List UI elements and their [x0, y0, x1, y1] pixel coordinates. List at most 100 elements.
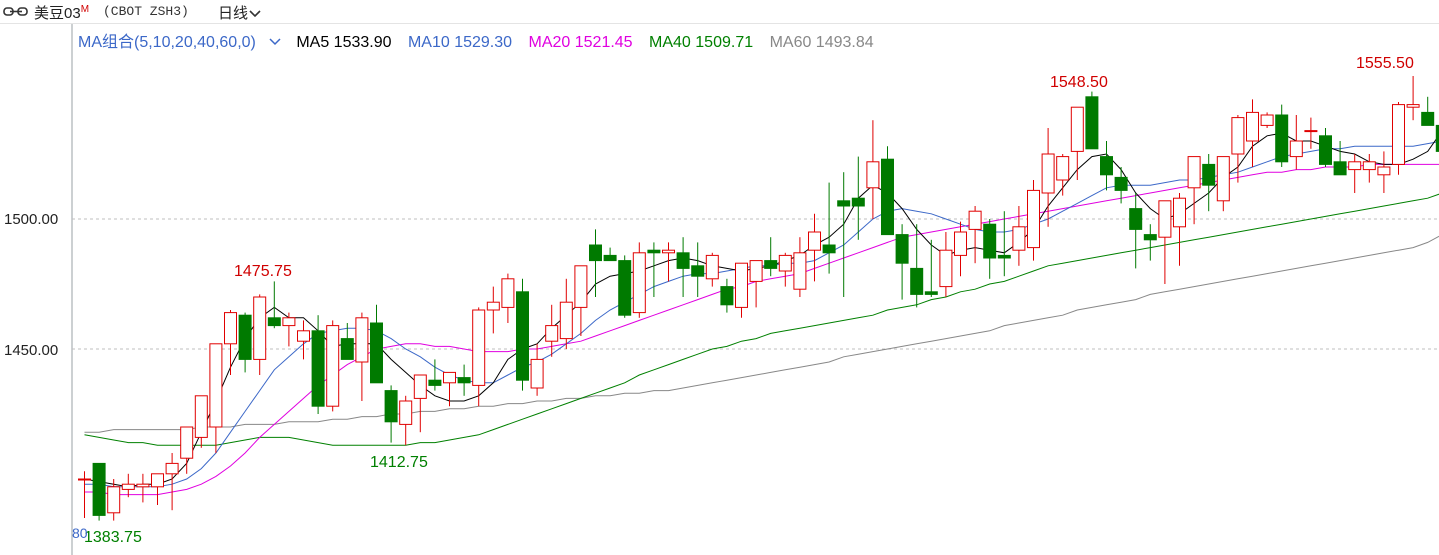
period-selector[interactable]: 日线 — [218, 2, 262, 23]
candle-body-down — [997, 254, 1011, 259]
candle-body-up — [1056, 156, 1070, 181]
ma10-value: MA10 1529.30 — [407, 34, 513, 51]
candle — [1173, 193, 1186, 266]
candle-body-up — [107, 486, 121, 514]
candle-body-down — [340, 338, 354, 360]
candle-body-up — [194, 395, 208, 438]
candle-body-down — [983, 223, 997, 259]
candle-body-up — [1173, 197, 1186, 228]
y-tick-1500: 1500.00 — [4, 211, 58, 228]
candle-body-up — [1377, 166, 1391, 176]
candle — [910, 224, 924, 308]
candle-body-down — [1421, 111, 1435, 126]
link-icon[interactable] — [3, 5, 29, 23]
candlestick-chart[interactable]: 1500.00 1450.00 1475.75 1412.75 1548.50 … — [0, 0, 1439, 555]
candle — [486, 286, 500, 334]
ma5-value: MA5 1533.90 — [296, 34, 392, 51]
candle — [136, 473, 150, 503]
candle-body-up — [1362, 161, 1376, 171]
candle-body-up — [939, 249, 953, 288]
candle — [1216, 156, 1230, 212]
candle — [1348, 154, 1362, 193]
candle-body-up — [954, 231, 967, 256]
candle — [1421, 96, 1435, 126]
candle — [749, 260, 763, 308]
candle-body-up — [662, 249, 675, 254]
chevron-down-icon — [269, 38, 281, 46]
candle — [837, 172, 851, 297]
candle — [1129, 193, 1143, 269]
candle — [1304, 117, 1318, 149]
candle-body-down — [311, 330, 325, 407]
candle-body-up — [78, 478, 91, 481]
candle — [530, 343, 544, 396]
candle — [370, 304, 383, 384]
candle-body-up — [1187, 156, 1201, 189]
candle — [589, 229, 602, 297]
candle — [559, 278, 573, 349]
candle — [1187, 156, 1201, 225]
annotation-low-1383: 1383.75 — [84, 529, 142, 546]
candle-body-up — [866, 161, 880, 189]
symbol-code: (CBOT ZSH3) — [103, 4, 189, 19]
symbol-flag: M — [80, 4, 90, 15]
candle — [121, 473, 135, 498]
candle-body-up — [151, 473, 164, 488]
candle-body-up — [282, 317, 296, 327]
candle-body-up — [632, 252, 646, 314]
bottom-strip-label: 80 — [72, 525, 88, 541]
candle-body-down — [238, 314, 252, 360]
candle-body-up — [778, 254, 792, 272]
candle-body-up — [1070, 106, 1084, 152]
candle-body-up — [530, 358, 544, 389]
candle-body-down — [910, 267, 924, 295]
ma-combo-selector[interactable]: MA组合(5,10,20,40,60,0) — [78, 34, 282, 51]
candle — [1027, 180, 1040, 261]
candle-body-up — [545, 325, 559, 342]
candle — [413, 374, 427, 433]
candle — [618, 255, 632, 318]
candle-body-up — [808, 231, 821, 251]
candle-body-up — [501, 278, 515, 308]
candle — [209, 343, 223, 453]
candle-body-up — [1027, 189, 1040, 249]
annotation-low-1412: 1412.75 — [370, 454, 428, 471]
candle — [457, 364, 471, 396]
candle — [735, 262, 748, 318]
candle-body-down — [647, 249, 661, 254]
annotation-high-1555: 1555.50 — [1356, 55, 1414, 72]
candle-body-up — [209, 343, 223, 428]
candle — [1392, 102, 1405, 175]
candle — [311, 315, 325, 414]
candle — [165, 453, 179, 511]
candle-body-down — [895, 234, 909, 264]
candle — [224, 310, 237, 375]
candle-body-up — [749, 260, 763, 282]
candle-body-down — [370, 322, 383, 384]
symbol-name[interactable]: 美豆03M — [34, 2, 89, 23]
annotation-high-1548: 1548.50 — [1050, 74, 1108, 91]
candle-body-up — [1041, 153, 1055, 194]
candle — [1085, 91, 1099, 150]
candle — [92, 462, 106, 521]
candle-body-down — [691, 265, 705, 277]
candle-body-up — [253, 296, 267, 360]
candle — [1362, 154, 1376, 183]
ma-legend: MA组合(5,10,20,40,60,0) MA5 1533.90 MA10 1… — [78, 28, 886, 52]
candle-body-up — [1406, 104, 1420, 108]
candle — [1246, 99, 1259, 167]
candle-body-down — [267, 317, 281, 327]
candle — [384, 385, 398, 443]
candle — [1070, 106, 1084, 180]
candle-body-down — [1333, 161, 1347, 176]
candle — [326, 320, 340, 412]
candle-body-down — [881, 158, 894, 236]
ma20-value: MA20 1521.45 — [528, 34, 633, 51]
candle — [851, 156, 865, 240]
candle — [1012, 206, 1026, 266]
candle — [676, 237, 690, 297]
candle — [1260, 112, 1274, 128]
candle-body-down — [457, 377, 471, 384]
candles — [78, 76, 1439, 521]
ma20-line — [84, 163, 1439, 496]
